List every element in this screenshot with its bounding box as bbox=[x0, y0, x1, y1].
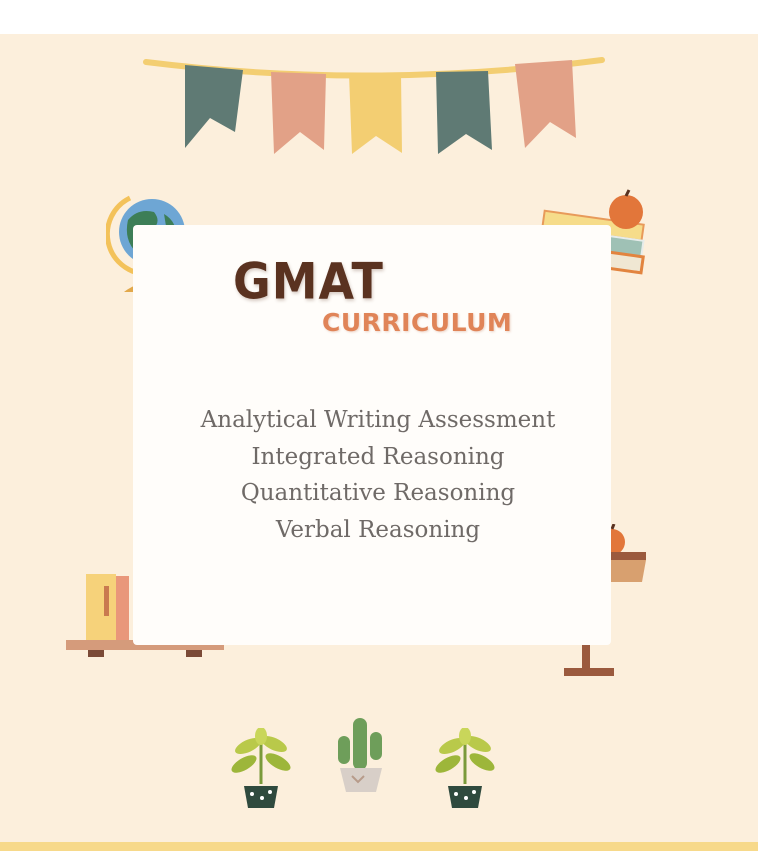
topic-item: Analytical Writing Assessment bbox=[200, 407, 556, 433]
topic-item: Quantitative Reasoning bbox=[240, 480, 516, 506]
title-main: GMAT bbox=[233, 251, 384, 311]
potted-plant bbox=[435, 728, 495, 808]
potted-cactus bbox=[338, 718, 382, 792]
bottom-band bbox=[0, 842, 758, 851]
bunting-banner bbox=[143, 57, 605, 154]
topic-item: Verbal Reasoning bbox=[275, 516, 481, 543]
title-subtitle: CURRICULUM bbox=[322, 308, 513, 337]
potted-plant bbox=[231, 728, 291, 808]
topic-item: Integrated Reasoning bbox=[251, 443, 505, 470]
topic-list: Analytical Writing Assessment Integrated… bbox=[133, 402, 623, 548]
